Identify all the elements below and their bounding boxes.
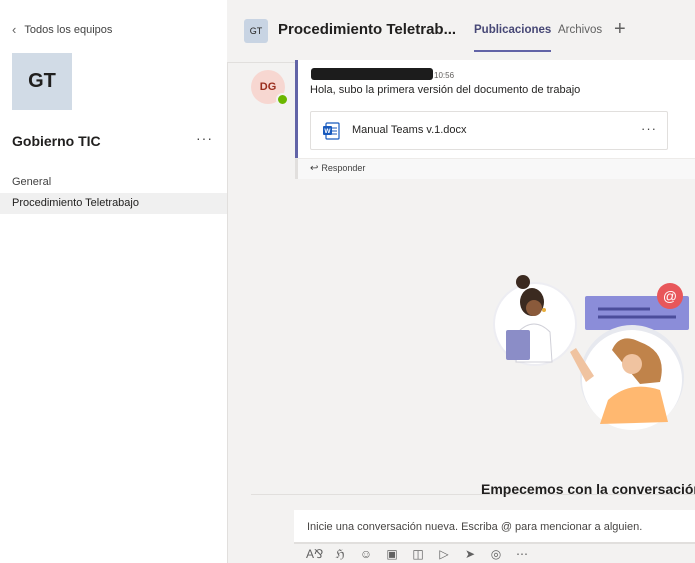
back-label: Todos los equipos xyxy=(24,23,113,36)
empty-state-title: Empecemos con la conversación xyxy=(481,481,695,497)
team-avatar[interactable]: GT xyxy=(12,53,72,110)
add-tab-icon[interactable]: + xyxy=(614,18,626,41)
compose-box[interactable]: Inicie una conversación nueva. Escriba @… xyxy=(294,510,695,544)
team-initials: GT xyxy=(28,70,56,92)
attach-icon[interactable]: ℌ xyxy=(332,547,348,561)
format-icon[interactable]: A⅋ xyxy=(306,547,323,561)
reply-arrow-icon: ↩ xyxy=(310,163,319,174)
back-to-teams-link[interactable]: ‹ Todos los equipos xyxy=(12,22,112,37)
compose-placeholder: Inicie una conversación nueva. Escriba @… xyxy=(307,521,643,533)
channel-item-procedimiento-teletrabajo[interactable]: Procedimiento Teletrabajo xyxy=(0,193,227,214)
compose-toolbar: A⅋ ℌ ☺ ▣ ◫ ▷ ➤ ◎ ⋯ xyxy=(306,547,530,561)
praise-icon[interactable]: ◎ xyxy=(488,547,504,561)
message-card: 10:56 Hola, subo la primera versión del … xyxy=(295,60,695,158)
meet-icon[interactable]: ▷ xyxy=(436,547,452,561)
redacted-author-name xyxy=(311,68,433,80)
tab-archivos[interactable]: Archivos xyxy=(558,24,602,36)
channel-team-avatar: GT xyxy=(244,19,268,43)
word-document-icon: W xyxy=(323,122,340,140)
sticker-icon[interactable]: ◫ xyxy=(410,547,426,561)
team-name: Gobierno TIC xyxy=(12,133,101,149)
conversation-illustration: @ xyxy=(493,275,689,430)
reply-button[interactable]: ↩ Responder xyxy=(310,163,365,174)
tab-publicaciones[interactable]: Publicaciones xyxy=(474,24,552,52)
teams-left-panel: ‹ Todos los equipos GT Gobierno TIC ··· … xyxy=(0,0,228,563)
reply-bar: ↩ Responder xyxy=(295,158,695,179)
emoji-icon[interactable]: ☺ xyxy=(358,547,374,561)
team-more-options-icon[interactable]: ··· xyxy=(196,130,213,146)
attachment-more-options-icon[interactable]: ··· xyxy=(641,121,657,136)
svg-text:W: W xyxy=(324,128,331,135)
file-attachment-card[interactable]: W Manual Teams v.1.docx ··· xyxy=(310,111,668,150)
attachment-filename: Manual Teams v.1.docx xyxy=(352,124,467,136)
message-timestamp: 10:56 xyxy=(434,71,455,80)
message-text: Hola, subo la primera versión del docume… xyxy=(310,84,581,96)
tab-publicaciones-label: Publicaciones xyxy=(474,24,552,36)
send-icon[interactable]: ➤ xyxy=(462,547,478,561)
more-icon[interactable]: ⋯ xyxy=(514,547,530,561)
channel-item-general[interactable]: General xyxy=(0,172,227,193)
reply-label: Responder xyxy=(321,163,366,173)
chevron-left-icon: ‹ xyxy=(12,22,17,37)
channel-header: GT Procedimiento Teletrab... Publicacion… xyxy=(227,0,695,63)
channel-title[interactable]: Procedimiento Teletrab... xyxy=(278,21,456,38)
giphy-icon[interactable]: ▣ xyxy=(384,547,400,561)
active-tab-indicator xyxy=(474,50,552,52)
svg-text:@: @ xyxy=(663,288,677,304)
presence-available-icon xyxy=(276,93,289,106)
